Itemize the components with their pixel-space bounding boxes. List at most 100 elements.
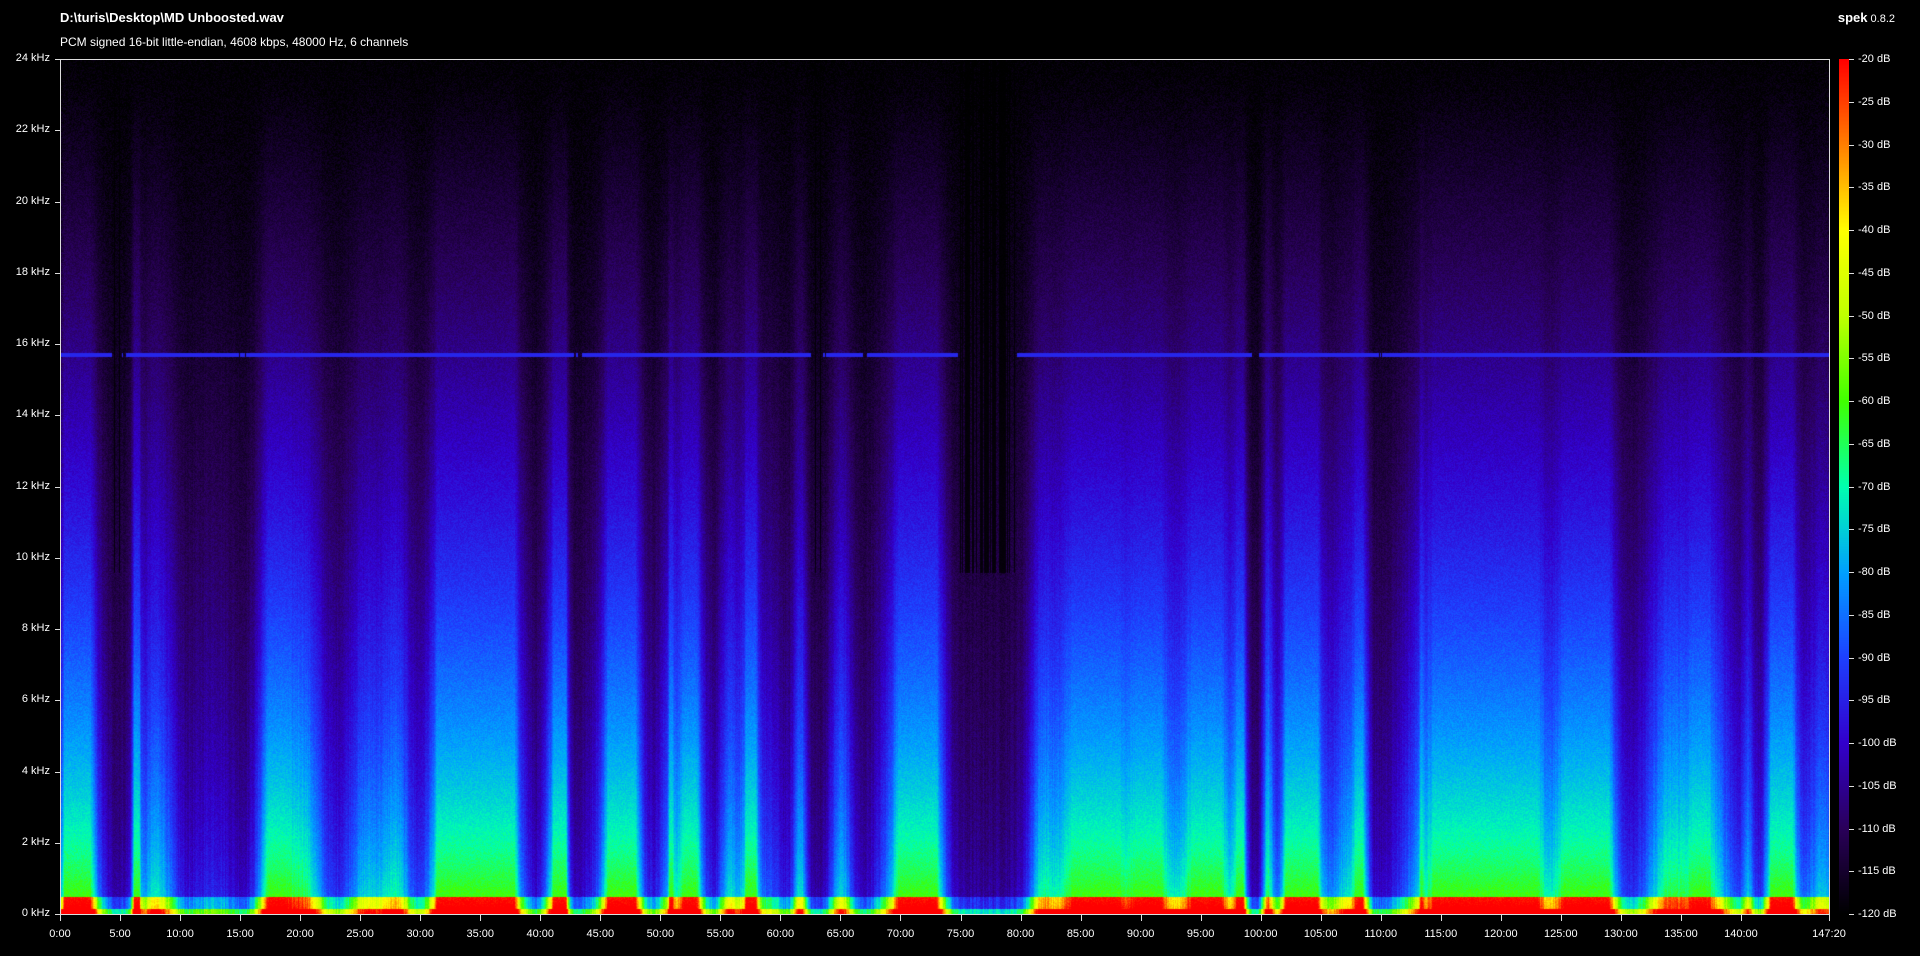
time-tick	[1680, 915, 1682, 921]
time-tick	[120, 915, 122, 921]
time-tick	[1200, 915, 1202, 921]
frequency-tick-label: 2 kHz	[21, 835, 50, 848]
time-tick	[600, 915, 602, 921]
time-tick-label: 110:00	[1364, 928, 1398, 940]
frequency-tick-label: 12 kHz	[15, 479, 50, 492]
time-tick-label: 80:00	[1006, 928, 1035, 940]
frequency-tick	[55, 272, 60, 274]
time-tick-label: 30:00	[406, 928, 434, 940]
frequency-tick	[55, 557, 60, 559]
decibel-tick-label: -115 dB	[1858, 865, 1896, 878]
frequency-tick-label: 4 kHz	[21, 764, 50, 777]
time-tick-label: 135:00	[1664, 928, 1698, 940]
decibel-tick	[1849, 529, 1854, 531]
time-tick-label: 5:00	[109, 928, 131, 940]
decibel-tick-label: -70 dB	[1858, 480, 1891, 493]
time-tick	[360, 915, 362, 921]
decibel-tick-label: -35 dB	[1858, 181, 1891, 194]
time-tick	[720, 915, 722, 921]
decibel-tick-label: -65 dB	[1858, 437, 1891, 450]
decibel-tick	[1849, 144, 1854, 146]
app-version: 0.8.2	[1870, 13, 1895, 25]
frequency-tick	[55, 130, 60, 132]
decibel-tick-label: -60 dB	[1858, 395, 1891, 407]
decibel-tick-label: -50 dB	[1858, 309, 1891, 322]
frequency-tick	[55, 344, 60, 345]
spectrogram-plot	[60, 59, 1830, 915]
time-tick	[300, 915, 302, 921]
time-tick	[960, 915, 962, 921]
decibel-tick	[1849, 828, 1854, 830]
decibel-colorbar	[1839, 59, 1849, 915]
frequency-tick	[55, 629, 60, 630]
time-tick-label: 65:00	[826, 928, 855, 940]
time-tick-label: 100:00	[1243, 928, 1278, 940]
audio-format-info: PCM signed 16-bit little-endian, 4608 kb…	[60, 35, 409, 49]
file-path-title: D:\turis\Desktop\MD Unboosted.wav	[60, 10, 284, 25]
decibel-tick	[1849, 785, 1854, 787]
time-tick	[540, 915, 542, 921]
time-tick	[840, 915, 842, 921]
frequency-tick	[55, 415, 60, 417]
app-brand: spek 0.8.2	[1838, 10, 1895, 25]
time-tick-label: 120:00	[1483, 928, 1518, 940]
time-tick	[1380, 915, 1382, 921]
decibel-tick-label: -95 dB	[1858, 694, 1891, 707]
spek-window: D:\turis\Desktop\MD Unboosted.wav PCM si…	[0, 0, 1920, 956]
decibel-tick-label: -20 dB	[1858, 53, 1891, 65]
time-tick	[1500, 915, 1502, 921]
time-tick	[420, 915, 422, 921]
frequency-tick	[55, 842, 60, 844]
time-tick-label: 10:00	[166, 928, 194, 940]
decibel-tick	[1849, 101, 1854, 103]
frequency-tick-label: 10 kHz	[15, 550, 50, 563]
app-name: spek	[1837, 10, 1868, 25]
frequency-tick	[55, 771, 60, 773]
time-tick-label: 85:00	[1066, 928, 1095, 940]
frequency-tick	[55, 700, 60, 702]
time-tick-label: 15:00	[226, 928, 254, 940]
decibel-tick	[1849, 315, 1854, 317]
time-tick-label: 0:00	[49, 928, 71, 940]
frequency-tick	[55, 486, 60, 488]
decibel-tick	[1849, 59, 1854, 60]
time-tick-label: 55:00	[706, 928, 735, 940]
frequency-tick	[55, 201, 60, 203]
frequency-tick	[55, 59, 60, 60]
decibel-tick	[1849, 401, 1854, 402]
time-tick-label: 125:00	[1544, 928, 1578, 940]
time-tick-label: 140:00	[1724, 928, 1758, 940]
time-tick	[1260, 915, 1262, 921]
time-tick-label: 75:00	[946, 928, 975, 940]
time-tick-label: 130:00	[1604, 928, 1638, 940]
frequency-tick-label: 8 kHz	[21, 622, 50, 634]
decibel-tick-label: -80 dB	[1858, 566, 1891, 578]
time-tick-label: 70:00	[886, 928, 915, 940]
time-tick	[1620, 915, 1622, 921]
time-tick	[900, 915, 902, 921]
decibel-tick-label: -90 dB	[1858, 651, 1891, 664]
time-tick	[1080, 915, 1082, 921]
time-tick-label: 95:00	[1186, 928, 1215, 940]
decibel-tick-label: -120 dB	[1858, 908, 1897, 920]
frequency-tick-label: 6 kHz	[21, 693, 50, 706]
decibel-tick	[1849, 700, 1854, 702]
frequency-tick-label: 14 kHz	[15, 408, 50, 421]
decibel-tick-label: -100 dB	[1858, 737, 1897, 749]
time-tick-label: 40:00	[526, 928, 555, 940]
time-tick	[240, 915, 242, 921]
time-tick-label: 147:20	[1812, 928, 1846, 940]
time-tick-label: 45:00	[586, 928, 615, 940]
time-tick	[60, 915, 61, 921]
time-tick-label: 105:00	[1303, 928, 1338, 940]
decibel-tick-label: -40 dB	[1858, 224, 1891, 236]
decibel-tick	[1849, 914, 1854, 915]
time-tick	[180, 915, 182, 921]
decibel-tick	[1849, 187, 1854, 189]
time-tick	[1740, 915, 1742, 921]
frequency-tick-label: 0 kHz	[21, 907, 50, 919]
frequency-tick-label: 20 kHz	[15, 194, 50, 207]
decibel-tick-label: -110 dB	[1858, 822, 1896, 835]
time-tick	[1140, 915, 1142, 921]
time-tick	[1020, 915, 1022, 921]
